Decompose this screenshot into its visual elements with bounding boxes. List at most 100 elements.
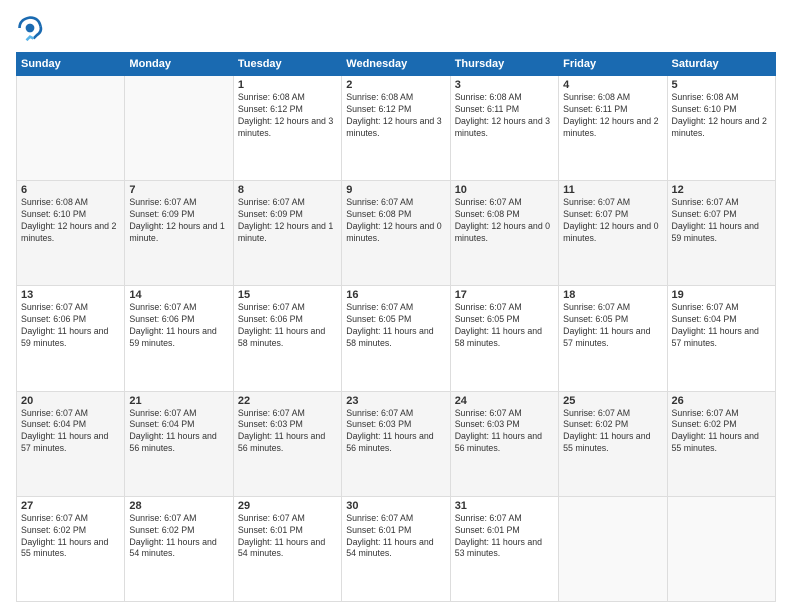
day-info: Sunrise: 6:07 AM Sunset: 6:03 PM Dayligh… <box>238 408 337 456</box>
day-number: 21 <box>129 395 228 407</box>
calendar-cell: 21Sunrise: 6:07 AM Sunset: 6:04 PM Dayli… <box>125 391 233 496</box>
header-row: SundayMondayTuesdayWednesdayThursdayFrid… <box>17 53 776 76</box>
day-info: Sunrise: 6:07 AM Sunset: 6:05 PM Dayligh… <box>346 302 445 350</box>
day-info: Sunrise: 6:07 AM Sunset: 6:05 PM Dayligh… <box>455 302 554 350</box>
header-cell-saturday: Saturday <box>667 53 775 76</box>
header-cell-friday: Friday <box>559 53 667 76</box>
day-info: Sunrise: 6:07 AM Sunset: 6:07 PM Dayligh… <box>563 197 662 245</box>
calendar-cell: 7Sunrise: 6:07 AM Sunset: 6:09 PM Daylig… <box>125 181 233 286</box>
calendar-cell: 29Sunrise: 6:07 AM Sunset: 6:01 PM Dayli… <box>233 496 341 601</box>
day-number: 25 <box>563 395 662 407</box>
header <box>16 14 776 42</box>
calendar-cell: 11Sunrise: 6:07 AM Sunset: 6:07 PM Dayli… <box>559 181 667 286</box>
calendar-cell: 3Sunrise: 6:08 AM Sunset: 6:11 PM Daylig… <box>450 76 558 181</box>
day-info: Sunrise: 6:07 AM Sunset: 6:05 PM Dayligh… <box>563 302 662 350</box>
day-number: 2 <box>346 79 445 91</box>
day-info: Sunrise: 6:07 AM Sunset: 6:06 PM Dayligh… <box>129 302 228 350</box>
day-number: 30 <box>346 500 445 512</box>
day-number: 16 <box>346 289 445 301</box>
calendar-cell: 9Sunrise: 6:07 AM Sunset: 6:08 PM Daylig… <box>342 181 450 286</box>
calendar-cell: 4Sunrise: 6:08 AM Sunset: 6:11 PM Daylig… <box>559 76 667 181</box>
calendar-cell <box>17 76 125 181</box>
day-number: 20 <box>21 395 120 407</box>
day-number: 15 <box>238 289 337 301</box>
day-info: Sunrise: 6:07 AM Sunset: 6:02 PM Dayligh… <box>563 408 662 456</box>
day-number: 19 <box>672 289 771 301</box>
day-info: Sunrise: 6:07 AM Sunset: 6:06 PM Dayligh… <box>238 302 337 350</box>
day-number: 7 <box>129 184 228 196</box>
day-number: 18 <box>563 289 662 301</box>
day-info: Sunrise: 6:08 AM Sunset: 6:10 PM Dayligh… <box>672 92 771 140</box>
calendar-cell: 2Sunrise: 6:08 AM Sunset: 6:12 PM Daylig… <box>342 76 450 181</box>
week-row-0: 1 Sunrise: 6:08 AM Sunset: 6:12 PM Daylig… <box>17 76 776 181</box>
header-cell-tuesday: Tuesday <box>233 53 341 76</box>
calendar-cell: 1Sunrise: 6:08 AM Sunset: 6:12 PM Daylig… <box>233 76 341 181</box>
day-number: 31 <box>455 500 554 512</box>
calendar-cell: 6Sunrise: 6:08 AM Sunset: 6:10 PM Daylig… <box>17 181 125 286</box>
day-info: Sunrise: 6:07 AM Sunset: 6:03 PM Dayligh… <box>455 408 554 456</box>
day-number: 6 <box>21 184 120 196</box>
day-info: Sunrise: 6:07 AM Sunset: 6:08 PM Dayligh… <box>346 197 445 245</box>
day-info: Sunrise: 6:07 AM Sunset: 6:03 PM Dayligh… <box>346 408 445 456</box>
day-number: 22 <box>238 395 337 407</box>
calendar-cell: 13Sunrise: 6:07 AM Sunset: 6:06 PM Dayli… <box>17 286 125 391</box>
day-number: 12 <box>672 184 771 196</box>
calendar-cell: 17Sunrise: 6:07 AM Sunset: 6:05 PM Dayli… <box>450 286 558 391</box>
header-cell-thursday: Thursday <box>450 53 558 76</box>
week-row-4: 27Sunrise: 6:07 AM Sunset: 6:02 PM Dayli… <box>17 496 776 601</box>
day-info: Sunrise: 6:07 AM Sunset: 6:01 PM Dayligh… <box>346 513 445 561</box>
calendar-cell: 10Sunrise: 6:07 AM Sunset: 6:08 PM Dayli… <box>450 181 558 286</box>
header-cell-wednesday: Wednesday <box>342 53 450 76</box>
calendar-cell <box>125 76 233 181</box>
calendar-table: SundayMondayTuesdayWednesdayThursdayFrid… <box>16 52 776 602</box>
day-info: Sunrise: 6:07 AM Sunset: 6:08 PM Dayligh… <box>455 197 554 245</box>
header-cell-sunday: Sunday <box>17 53 125 76</box>
calendar-cell: 31Sunrise: 6:07 AM Sunset: 6:01 PM Dayli… <box>450 496 558 601</box>
day-info: Sunrise: 6:07 AM Sunset: 6:09 PM Dayligh… <box>238 197 337 245</box>
week-row-1: 6Sunrise: 6:08 AM Sunset: 6:10 PM Daylig… <box>17 181 776 286</box>
day-number: 14 <box>129 289 228 301</box>
day-info: Sunrise: 6:07 AM Sunset: 6:06 PM Dayligh… <box>21 302 120 350</box>
day-info: Sunrise: 6:07 AM Sunset: 6:04 PM Dayligh… <box>672 302 771 350</box>
day-info: Sunrise: 6:07 AM Sunset: 6:02 PM Dayligh… <box>129 513 228 561</box>
calendar-cell: 22Sunrise: 6:07 AM Sunset: 6:03 PM Dayli… <box>233 391 341 496</box>
day-number: 28 <box>129 500 228 512</box>
calendar-cell: 12Sunrise: 6:07 AM Sunset: 6:07 PM Dayli… <box>667 181 775 286</box>
calendar-cell: 19Sunrise: 6:07 AM Sunset: 6:04 PM Dayli… <box>667 286 775 391</box>
day-info: Sunrise: 6:07 AM Sunset: 6:09 PM Dayligh… <box>129 197 228 245</box>
day-info: Sunrise: 6:08 AM Sunset: 6:11 PM Dayligh… <box>563 92 662 140</box>
calendar-cell <box>667 496 775 601</box>
day-number: 11 <box>563 184 662 196</box>
logo-icon <box>16 14 44 42</box>
calendar-cell: 16Sunrise: 6:07 AM Sunset: 6:05 PM Dayli… <box>342 286 450 391</box>
calendar-cell: 8Sunrise: 6:07 AM Sunset: 6:09 PM Daylig… <box>233 181 341 286</box>
day-info: Sunrise: 6:07 AM Sunset: 6:04 PM Dayligh… <box>129 408 228 456</box>
calendar-cell: 30Sunrise: 6:07 AM Sunset: 6:01 PM Dayli… <box>342 496 450 601</box>
calendar-cell: 15Sunrise: 6:07 AM Sunset: 6:06 PM Dayli… <box>233 286 341 391</box>
calendar-cell: 26Sunrise: 6:07 AM Sunset: 6:02 PM Dayli… <box>667 391 775 496</box>
day-info: Sunrise: 6:07 AM Sunset: 6:02 PM Dayligh… <box>21 513 120 561</box>
day-info: Sunrise: 6:07 AM Sunset: 6:04 PM Dayligh… <box>21 408 120 456</box>
calendar-header: SundayMondayTuesdayWednesdayThursdayFrid… <box>17 53 776 76</box>
day-number: 8 <box>238 184 337 196</box>
day-info: Sunrise: 6:08 AM Sunset: 6:12 PM Dayligh… <box>346 92 445 140</box>
day-info: Sunrise: 6:07 AM Sunset: 6:01 PM Dayligh… <box>455 513 554 561</box>
day-number: 29 <box>238 500 337 512</box>
calendar-cell: 5Sunrise: 6:08 AM Sunset: 6:10 PM Daylig… <box>667 76 775 181</box>
day-number: 17 <box>455 289 554 301</box>
day-number: 13 <box>21 289 120 301</box>
day-number: 10 <box>455 184 554 196</box>
day-number: 1 <box>238 79 337 91</box>
calendar-cell: 28Sunrise: 6:07 AM Sunset: 6:02 PM Dayli… <box>125 496 233 601</box>
day-number: 27 <box>21 500 120 512</box>
day-info: Sunrise: 6:08 AM Sunset: 6:11 PM Dayligh… <box>455 92 554 140</box>
day-number: 23 <box>346 395 445 407</box>
day-number: 26 <box>672 395 771 407</box>
day-number: 24 <box>455 395 554 407</box>
day-number: 9 <box>346 184 445 196</box>
logo <box>16 14 48 42</box>
day-info: Sunrise: 6:07 AM Sunset: 6:02 PM Dayligh… <box>672 408 771 456</box>
week-row-2: 13Sunrise: 6:07 AM Sunset: 6:06 PM Dayli… <box>17 286 776 391</box>
calendar-cell: 18Sunrise: 6:07 AM Sunset: 6:05 PM Dayli… <box>559 286 667 391</box>
calendar-cell: 20Sunrise: 6:07 AM Sunset: 6:04 PM Dayli… <box>17 391 125 496</box>
